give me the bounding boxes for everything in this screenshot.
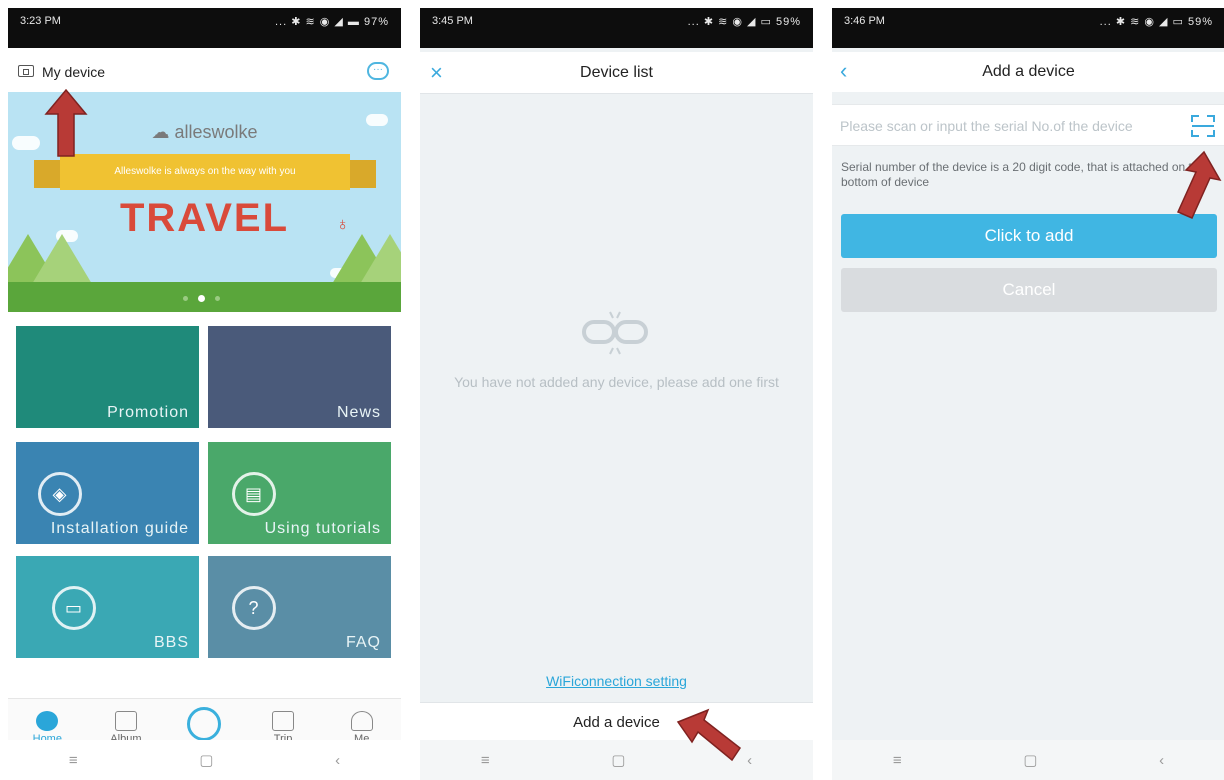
person-icon — [350, 711, 373, 731]
tile-using-tutorials[interactable]: ▤ Using tutorials — [208, 442, 391, 544]
brand-name: alleswolke — [174, 122, 258, 142]
message-icon: ▭ — [52, 586, 96, 630]
question-icon: ? — [232, 586, 276, 630]
status-bar: 3:46 PM ... ✱ ≋ ◉ ◢ ▭ 59% — [832, 8, 1224, 48]
tile-label: News — [336, 404, 381, 421]
add-device-topbar: ‹ Add a device — [832, 52, 1224, 92]
serial-input-row — [832, 104, 1224, 146]
add-device-button[interactable]: Add a device — [420, 702, 813, 742]
tile-faq[interactable]: ? FAQ — [208, 556, 391, 658]
system-nav-bar: ≡ ▢ ‹ — [832, 740, 1224, 780]
page-title: Add a device — [982, 63, 1075, 80]
status-icons: ... ✱ ≋ ◉ ◢ ▭ 59% — [687, 16, 801, 28]
tile-label: FAQ — [345, 634, 381, 651]
tile-bbs[interactable]: ▭ BBS — [16, 556, 199, 658]
home-topbar: My device ··· — [8, 52, 401, 92]
tile-label: Promotion — [107, 404, 189, 421]
tile-label: Using tutorials — [264, 520, 381, 537]
hill-decoration — [32, 234, 92, 284]
tile-installation-guide[interactable]: ◈ Installation guide — [16, 442, 199, 544]
cancel-button[interactable]: Cancel — [841, 268, 1217, 312]
status-time: 3:23 PM — [20, 15, 61, 27]
pointer-arrow-icon — [676, 708, 742, 762]
device-icon[interactable] — [18, 65, 34, 77]
menu-icon[interactable]: ≡ — [69, 752, 78, 769]
carousel-dot[interactable] — [183, 296, 188, 301]
status-time: 3:45 PM — [432, 15, 473, 27]
carousel-dots[interactable] — [183, 295, 220, 302]
my-device-button[interactable]: My device — [42, 64, 105, 80]
home-nav-icon[interactable]: ▢ — [1023, 751, 1037, 769]
status-bar: 3:45 PM ... ✱ ≋ ◉ ◢ ▭ 59% — [420, 8, 813, 48]
record-icon — [187, 707, 222, 741]
tile-news[interactable]: News — [208, 326, 391, 428]
menu-icon[interactable]: ≡ — [893, 752, 902, 769]
serial-number-input[interactable] — [840, 115, 1180, 137]
serial-hint-text: Serial number of the device is a 20 digi… — [841, 160, 1206, 189]
hill-decoration — [360, 234, 401, 284]
pointer-arrow-icon — [1177, 150, 1222, 219]
page-title: Device list — [580, 64, 653, 81]
home-screen: 3:23 PM ... ✱ ≋ ◉ ◢ ▬ 97% My device ··· … — [8, 8, 401, 780]
add-device-screen: 3:46 PM ... ✱ ≋ ◉ ◢ ▭ 59% ‹ Add a device… — [832, 8, 1224, 780]
status-time: 3:46 PM — [844, 15, 885, 27]
pointer-arrow-icon — [44, 88, 88, 157]
chat-icon[interactable]: ··· — [367, 62, 389, 80]
broken-link-icon — [582, 311, 648, 355]
banner-tagline: Alleswolke is always on the way with you — [60, 154, 350, 190]
ribbon-right-end — [346, 160, 376, 188]
home-icon — [36, 711, 59, 731]
tile-label: Installation guide — [50, 520, 189, 537]
compass-icon: ◈ — [38, 472, 82, 516]
album-icon — [114, 711, 137, 731]
balloon-icon: ♁ — [336, 214, 350, 234]
system-nav-bar: ≡ ▢ ‹ — [420, 740, 813, 780]
back-nav-icon[interactable]: ‹ — [335, 752, 340, 769]
scan-qr-icon[interactable] — [1191, 115, 1215, 137]
empty-state-message: You have not added any device, please ad… — [454, 374, 779, 390]
carousel-dot[interactable] — [215, 296, 220, 301]
click-to-add-button[interactable]: Click to add — [841, 214, 1217, 258]
trip-icon — [272, 711, 295, 731]
carousel-dot-active[interactable] — [198, 295, 205, 302]
system-nav-bar: ≡ ▢ ‹ — [8, 740, 401, 780]
home-nav-icon[interactable]: ▢ — [199, 751, 213, 769]
back-nav-icon[interactable]: ‹ — [747, 752, 752, 769]
home-nav-icon[interactable]: ▢ — [611, 751, 625, 769]
device-list-topbar: × Device list — [420, 52, 813, 94]
wifi-connection-setting-link[interactable]: WiFiconnection setting — [420, 673, 813, 689]
status-icons: ... ✱ ≋ ◉ ◢ ▭ 59% — [1099, 16, 1213, 28]
tile-label: BBS — [153, 634, 189, 651]
back-nav-icon[interactable]: ‹ — [1159, 752, 1164, 769]
tile-promotion[interactable]: Promotion — [16, 326, 199, 428]
status-icons: ... ✱ ≋ ◉ ◢ ▬ 97% — [274, 16, 389, 28]
device-list-screen: 3:45 PM ... ✱ ≋ ◉ ◢ ▭ 59% × Device list … — [420, 8, 813, 780]
menu-icon[interactable]: ≡ — [481, 752, 490, 769]
status-bar: 3:23 PM ... ✱ ≋ ◉ ◢ ▬ 97% — [8, 8, 401, 48]
document-icon: ▤ — [232, 472, 276, 516]
